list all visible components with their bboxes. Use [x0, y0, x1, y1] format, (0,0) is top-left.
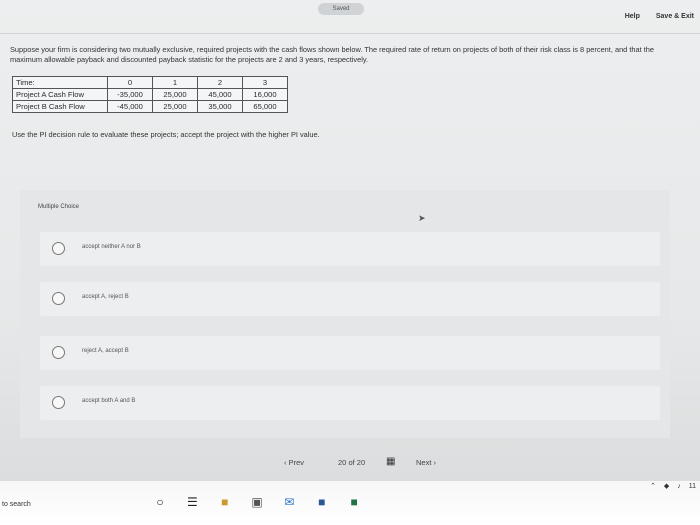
excel-icon[interactable]: ■ — [344, 495, 364, 509]
cash-flow-table: Time: 0 1 2 3 Project A Cash Flow -35,00… — [12, 76, 288, 113]
taskbar: to search ○ ☰ ■ ▣ ✉ ■ ■ ⌃ ◆ ♪ 11 — [0, 481, 700, 525]
answer-option-label: accept neither A nor B — [82, 244, 141, 250]
table-cell: -35,000 — [107, 88, 153, 101]
answer-option[interactable]: accept both A and B — [40, 386, 660, 420]
table-cell: 16,000 — [242, 88, 288, 101]
cortana-circle-icon[interactable]: ○ — [150, 495, 170, 509]
table-cell: 65,000 — [242, 100, 288, 113]
header-divider — [0, 33, 700, 34]
mouse-cursor-icon: ➤ — [418, 213, 426, 223]
help-link[interactable]: Help — [625, 13, 640, 20]
page-current: 20 — [338, 458, 347, 467]
chevron-right-icon: › — [431, 458, 437, 467]
table-cell: Project B Cash Flow — [12, 100, 108, 113]
task-view-icon[interactable]: ☰ — [182, 495, 202, 509]
network-icon[interactable]: ◆ — [664, 483, 669, 490]
multiple-choice-label: Multiple Choice — [38, 204, 80, 210]
clock-text[interactable]: 11 — [689, 483, 696, 490]
table-cell: 2 — [197, 76, 243, 89]
grid-icon[interactable]: ▦ — [386, 456, 395, 467]
radio-button[interactable] — [52, 346, 65, 359]
taskbar-icons: ○ ☰ ■ ▣ ✉ ■ ■ — [150, 495, 373, 509]
radio-button[interactable] — [52, 242, 65, 255]
prev-button[interactable]: ‹ Prev — [284, 458, 304, 467]
table-cell: 25,000 — [152, 88, 198, 101]
answer-option-label: accept A, reject B — [82, 294, 129, 300]
file-explorer-icon[interactable]: ■ — [215, 495, 235, 509]
table-cell: 25,000 — [152, 100, 198, 113]
table-cell: Time: — [12, 76, 108, 89]
mail-icon[interactable]: ✉ — [279, 495, 299, 509]
table-cell: 35,000 — [197, 100, 243, 113]
table-row: Time: 0 1 2 3 — [12, 76, 288, 89]
taskbar-search[interactable]: to search — [2, 501, 31, 508]
page-counter: 20 of 20 — [338, 458, 365, 467]
table-cell: 1 — [152, 76, 198, 89]
answer-option[interactable]: reject A, accept B — [40, 336, 660, 370]
word-icon[interactable]: ■ — [312, 495, 332, 509]
header-actions: Help Save & Exit — [611, 13, 694, 20]
multiple-choice-panel: Multiple Choice ➤ accept neither A nor B… — [20, 190, 670, 438]
table-cell: -45,000 — [107, 100, 153, 113]
question-text: Suppose your firm is considering two mut… — [10, 45, 654, 64]
store-icon[interactable]: ▣ — [247, 495, 267, 509]
radio-button[interactable] — [52, 396, 65, 409]
table-cell: 3 — [242, 76, 288, 89]
chevron-up-icon[interactable]: ⌃ — [650, 483, 656, 490]
next-label: Next — [416, 458, 432, 467]
table-row: Project B Cash Flow -45,000 25,000 35,00… — [12, 100, 288, 113]
table-cell: Project A Cash Flow — [12, 88, 108, 101]
table-cell: 0 — [107, 76, 153, 89]
save-exit-button[interactable]: Save & Exit — [656, 13, 694, 20]
system-tray: ⌃ ◆ ♪ 11 — [644, 482, 696, 490]
prev-label: Prev — [288, 458, 305, 467]
search-text: to search — [2, 501, 31, 508]
volume-icon[interactable]: ♪ — [677, 483, 681, 490]
page-of: of — [348, 458, 355, 467]
answer-option[interactable]: accept A, reject B — [40, 282, 660, 316]
saved-status: Saved — [318, 3, 364, 15]
radio-button[interactable] — [52, 292, 65, 305]
table-cell: 45,000 — [197, 88, 243, 101]
answer-option-label: accept both A and B — [82, 398, 136, 404]
table-row: Project A Cash Flow -35,000 25,000 45,00… — [12, 88, 288, 101]
answer-option-label: reject A, accept B — [82, 348, 129, 354]
next-button[interactable]: Next › — [416, 458, 436, 467]
page-total: 20 — [356, 458, 366, 467]
instruction-text: Use the PI decision rule to evaluate the… — [12, 130, 320, 139]
answer-option[interactable]: accept neither A nor B — [40, 232, 660, 266]
